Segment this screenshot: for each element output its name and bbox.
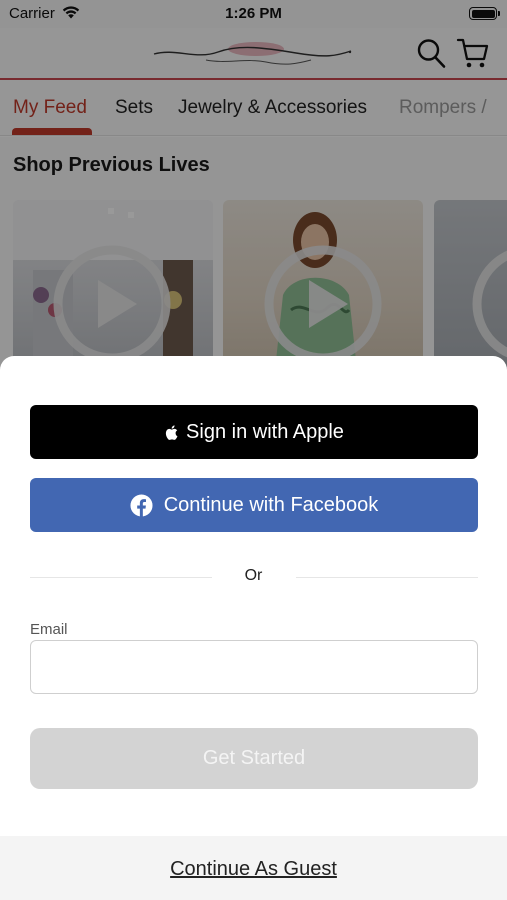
guest-bar: Continue As Guest bbox=[0, 836, 507, 900]
get-started-button[interactable]: Get Started bbox=[30, 728, 478, 789]
email-label: Email bbox=[30, 621, 68, 638]
facebook-logo-icon bbox=[130, 493, 153, 517]
continue-with-facebook-button[interactable]: Continue with Facebook bbox=[30, 478, 478, 532]
sign-in-sheet: Sign in with Apple Continue with Faceboo… bbox=[0, 356, 507, 900]
divider-line bbox=[296, 577, 478, 578]
facebook-button-label: Continue with Facebook bbox=[163, 493, 379, 516]
divider-or-text: Or bbox=[244, 567, 263, 584]
sign-in-with-apple-button[interactable]: Sign in with Apple bbox=[30, 405, 478, 459]
continue-as-guest-link[interactable]: Continue As Guest bbox=[0, 858, 507, 881]
apple-logo-icon bbox=[165, 424, 178, 440]
email-field[interactable] bbox=[30, 640, 478, 694]
apple-button-label: Sign in with Apple bbox=[186, 420, 344, 443]
